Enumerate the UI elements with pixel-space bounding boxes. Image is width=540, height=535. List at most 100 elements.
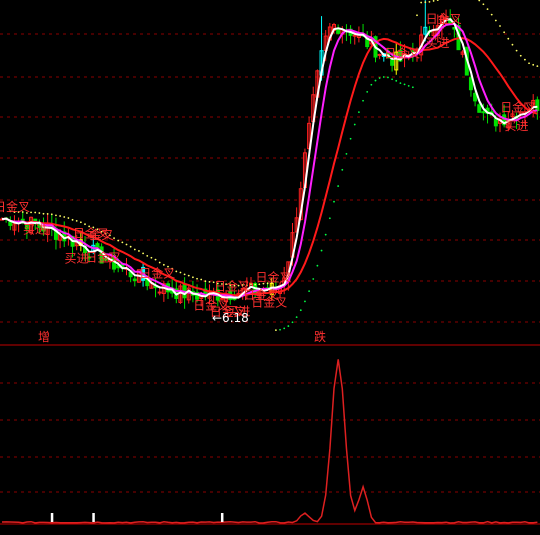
- trail-dot: [478, 0, 481, 2]
- candle-body: [377, 53, 382, 56]
- indicator-panel: [1, 359, 538, 524]
- trail-dot: [387, 76, 389, 79]
- low-price-label: ←6.18: [212, 311, 249, 325]
- trail-dot: [403, 83, 406, 86]
- trail-dot: [55, 214, 57, 217]
- indicator-marker: [92, 513, 95, 522]
- trail-dot: [428, 1, 431, 3]
- trail-dot: [353, 123, 356, 126]
- trail-dot: [407, 85, 410, 87]
- trail-dot: [320, 249, 323, 252]
- trail-dot: [366, 90, 369, 93]
- trail-dot: [117, 239, 120, 242]
- trail-dot: [204, 280, 207, 283]
- trail-dot: [337, 185, 340, 187]
- trail-dot: [536, 65, 539, 68]
- trail-dot: [275, 329, 277, 332]
- candle-body: [95, 243, 100, 248]
- trail-dot: [436, 0, 439, 2]
- trail-dot: [358, 111, 360, 114]
- trail-dot: [391, 78, 393, 81]
- trail-dot: [192, 276, 194, 279]
- trail-dot: [71, 218, 74, 221]
- trail-dot: [34, 211, 37, 214]
- trail-dot: [75, 219, 78, 222]
- trail-dot: [200, 278, 203, 281]
- trail-dot: [519, 54, 522, 57]
- trail-dot: [291, 321, 294, 324]
- trail-dot: [162, 263, 165, 266]
- trail-dot: [50, 213, 53, 216]
- die-label: 跌: [314, 329, 326, 344]
- signal-label: 日金叉: [500, 99, 536, 114]
- signal-label: 日金叉: [251, 295, 287, 310]
- indicator-marker: [220, 513, 224, 522]
- trail-dot: [158, 261, 161, 264]
- trail-dot: [79, 221, 82, 224]
- trail-dot: [250, 283, 252, 286]
- trail-dot: [42, 212, 45, 215]
- trail-dot: [532, 63, 535, 66]
- trail-dot: [316, 264, 319, 267]
- trail-dot: [503, 31, 506, 34]
- candle-body: [157, 291, 162, 294]
- trail-dot: [511, 43, 514, 46]
- signal-label: 买进: [504, 119, 528, 133]
- trail-dot: [486, 8, 489, 11]
- trail-dot: [341, 168, 344, 171]
- indicator-marker: [50, 513, 54, 522]
- signal-label: 日金叉: [426, 11, 462, 26]
- trail-dot: [378, 77, 381, 79]
- candle-body: [132, 278, 137, 282]
- trail-dot: [312, 278, 315, 280]
- trail-dot: [349, 137, 352, 140]
- trail-dot: [59, 215, 61, 217]
- signal-labels: 日金叉日金叉金叉日金叉日金叉日金叉日金叉日金叉日金叉买进买进日金叉日金叉日金叉买…: [0, 11, 536, 319]
- trail-dot: [432, 0, 435, 2]
- trail-dot: [129, 245, 132, 248]
- trail-dot: [84, 223, 86, 226]
- candle-body: [493, 118, 498, 127]
- trail-dot: [399, 82, 402, 85]
- trail-dot: [133, 248, 136, 251]
- trail-dot: [38, 212, 41, 214]
- trail-dot: [67, 217, 70, 219]
- trail-dot: [362, 99, 364, 102]
- trail-dot: [287, 325, 290, 327]
- trail-dot: [528, 62, 530, 65]
- trail-dot: [154, 258, 157, 261]
- candle-body: [481, 111, 486, 114]
- trail-dot: [304, 300, 306, 303]
- trail-dot: [183, 273, 186, 276]
- trail-dot: [345, 152, 348, 155]
- trail-dot: [179, 271, 182, 274]
- trail-dot: [175, 270, 178, 273]
- signal-label: 日金叉: [85, 249, 121, 264]
- trail-dot: [424, 1, 427, 4]
- trail-dot: [63, 216, 66, 218]
- trail-dot: [279, 328, 281, 331]
- signal-label: 买进: [426, 36, 450, 50]
- trail-dot: [150, 256, 153, 259]
- trail-dot: [494, 19, 497, 22]
- signal-label: 日金叉: [255, 269, 291, 284]
- signal-label: 买进: [23, 222, 47, 236]
- trail-dot: [370, 83, 373, 86]
- trail-dot: [146, 254, 149, 257]
- trail-dot: [324, 233, 327, 236]
- signal-label: 日金叉: [0, 199, 30, 214]
- zeng-label: 增: [38, 330, 50, 344]
- signal-label: 金叉: [89, 227, 113, 242]
- trail-dot: [295, 316, 298, 319]
- trail-dot: [515, 49, 518, 52]
- signal-label: 日金叉: [139, 266, 175, 281]
- trail-dot: [30, 211, 32, 214]
- trail-dot: [283, 327, 286, 330]
- trail-dot: [420, 1, 423, 4]
- candle-body: [477, 104, 482, 113]
- signal-label: 日金叉: [384, 45, 420, 60]
- trail-dot: [524, 58, 526, 61]
- trail-dot: [333, 200, 335, 203]
- trail-dot: [125, 243, 128, 246]
- trail-dot: [299, 309, 302, 312]
